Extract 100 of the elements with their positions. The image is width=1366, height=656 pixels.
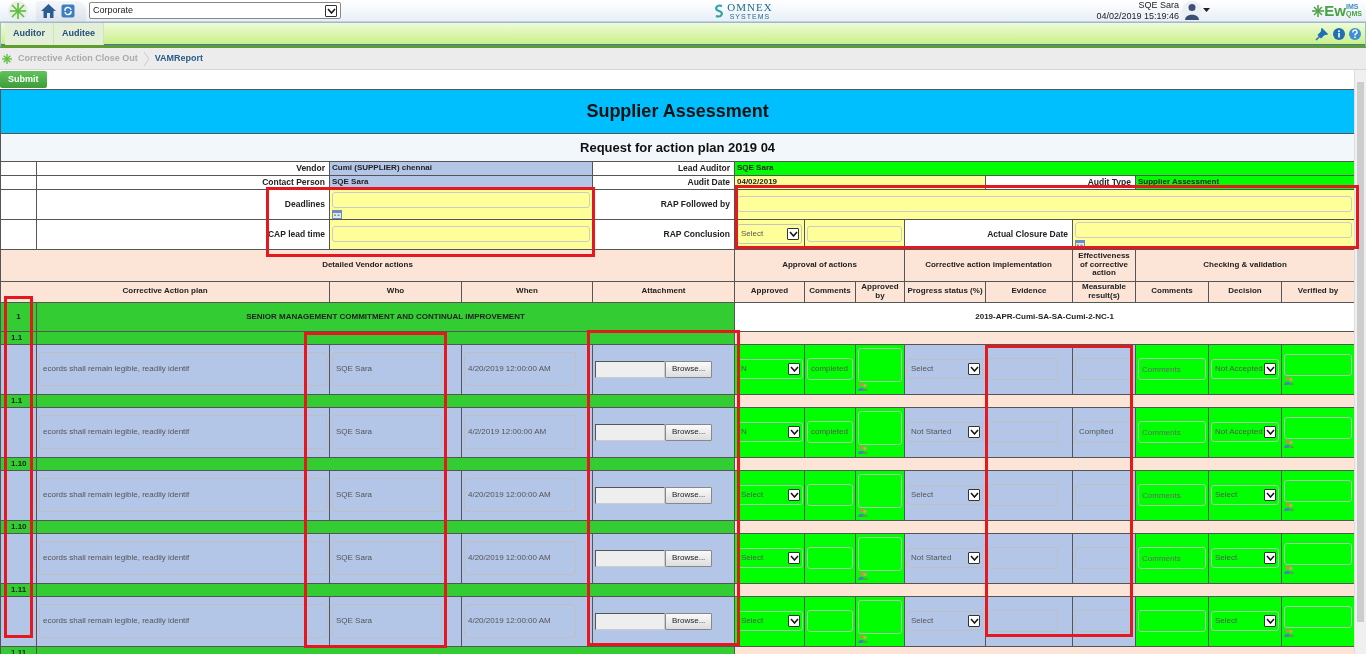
- input-field[interactable]: ecords shall remain legible, readily identif: [39, 352, 327, 386]
- calendar-icon[interactable]: [1075, 239, 1085, 248]
- info-icon[interactable]: [1332, 28, 1345, 40]
- input-field[interactable]: ecords shall remain legible, readily identif: [39, 604, 327, 638]
- input-field[interactable]: [807, 484, 853, 506]
- input-field[interactable]: [1284, 605, 1353, 628]
- input-field[interactable]: ecords shall remain legible, readily identif: [39, 415, 327, 449]
- input-field[interactable]: 4/20/2019 12:00:00 AM: [464, 604, 576, 638]
- users-icon[interactable]: [858, 507, 868, 517]
- input-field[interactable]: [858, 473, 902, 508]
- input-field[interactable]: [332, 226, 590, 242]
- users-icon[interactable]: [858, 633, 868, 643]
- date-field[interactable]: [332, 191, 590, 208]
- select-field[interactable]: N: [737, 359, 803, 379]
- input-field[interactable]: SQE Sara: [332, 415, 442, 449]
- input-field[interactable]: [988, 358, 1058, 380]
- input-field[interactable]: [988, 484, 1058, 506]
- users-icon[interactable]: [1284, 438, 1294, 448]
- input-field[interactable]: [737, 196, 1353, 212]
- file-field[interactable]: [595, 486, 665, 504]
- select-field[interactable]: Select: [737, 611, 803, 631]
- input-field[interactable]: SQE Sara: [332, 604, 442, 638]
- tab[interactable]: Auditor: [5, 23, 54, 45]
- select-field[interactable]: Select: [737, 485, 803, 505]
- browse-button[interactable]: Browse...: [665, 549, 713, 567]
- users-icon[interactable]: [858, 444, 868, 454]
- input-field[interactable]: [1284, 416, 1353, 439]
- home-icon[interactable]: [40, 2, 57, 19]
- input-field[interactable]: [988, 547, 1058, 569]
- input-field[interactable]: [1284, 353, 1353, 376]
- browse-button[interactable]: Browse...: [665, 612, 713, 630]
- select-field[interactable]: Select: [1211, 548, 1279, 568]
- input-field[interactable]: 4/20/2019 12:00:00 AM: [464, 352, 576, 386]
- input-field[interactable]: [1075, 484, 1133, 506]
- input-field[interactable]: [1075, 358, 1133, 380]
- browse-button[interactable]: Browse...: [665, 423, 713, 441]
- organization-select[interactable]: Corporate: [89, 2, 341, 19]
- users-icon[interactable]: [858, 570, 868, 580]
- input-field[interactable]: 4/2/2019 12:00:00 AM: [464, 415, 576, 449]
- submit-button[interactable]: Submit: [0, 71, 47, 88]
- input-field[interactable]: SQE Sara: [332, 352, 442, 386]
- input-field[interactable]: SQE Sara: [332, 478, 442, 512]
- input-field[interactable]: ecords shall remain legible, readily identif: [39, 478, 327, 512]
- input-field[interactable]: completed: [807, 421, 853, 443]
- pin-icon[interactable]: [1315, 27, 1328, 41]
- input-field[interactable]: 4/20/2019 12:00:00 AM: [464, 541, 576, 575]
- input-field[interactable]: [988, 421, 1058, 443]
- input-field[interactable]: Comments: [1138, 484, 1206, 506]
- input-field[interactable]: [1075, 610, 1133, 632]
- input-field[interactable]: completed: [807, 358, 853, 380]
- input-field[interactable]: [807, 610, 853, 632]
- browse-button[interactable]: Browse...: [665, 486, 713, 504]
- select-field[interactable]: Not Started: [907, 422, 983, 442]
- users-icon[interactable]: [1284, 501, 1294, 511]
- input-field[interactable]: Comments: [1138, 421, 1206, 443]
- input-field[interactable]: [858, 599, 902, 634]
- help-icon[interactable]: [1349, 28, 1361, 40]
- select-field[interactable]: N: [737, 422, 803, 442]
- select-field[interactable]: Select: [1211, 611, 1279, 631]
- scrollbar[interactable]: [1354, 70, 1366, 654]
- file-field[interactable]: [595, 423, 665, 441]
- users-icon[interactable]: [1284, 375, 1294, 385]
- file-field[interactable]: [595, 360, 665, 378]
- select-field[interactable]: Select: [907, 359, 983, 379]
- select-field[interactable]: Not Accepted: [1211, 422, 1279, 442]
- input-field[interactable]: [988, 610, 1058, 632]
- input-field[interactable]: 4/20/2019 12:00:00 AM: [464, 478, 576, 512]
- input-field[interactable]: [807, 547, 853, 569]
- file-field[interactable]: [595, 549, 665, 567]
- input-field[interactable]: [1284, 542, 1353, 565]
- select-field[interactable]: Select: [737, 548, 803, 568]
- user-icon[interactable]: [1181, 0, 1204, 21]
- input-field[interactable]: [1075, 547, 1133, 569]
- select-field[interactable]: Select: [737, 224, 802, 244]
- tab[interactable]: Auditee: [54, 23, 104, 45]
- input-field[interactable]: Comments: [1138, 547, 1206, 569]
- input-field[interactable]: Complted: [1075, 421, 1133, 443]
- select-field[interactable]: Not Started: [907, 548, 983, 568]
- users-icon[interactable]: [1284, 564, 1294, 574]
- input-field[interactable]: [858, 410, 902, 445]
- input-field[interactable]: [1138, 610, 1206, 632]
- select-field[interactable]: Select: [1211, 485, 1279, 505]
- refresh-icon[interactable]: [61, 3, 75, 18]
- input-field[interactable]: ecords shall remain legible, readily identif: [39, 541, 327, 575]
- select-field[interactable]: Select: [907, 485, 983, 505]
- input-field[interactable]: [858, 347, 902, 382]
- input-field[interactable]: [858, 536, 902, 571]
- input-field[interactable]: [807, 226, 902, 242]
- calendar-icon[interactable]: [332, 209, 342, 218]
- users-icon[interactable]: [858, 381, 868, 391]
- users-icon[interactable]: [1284, 627, 1294, 637]
- select-field[interactable]: Not Accepted: [1211, 359, 1279, 379]
- input-field[interactable]: Comments: [1138, 358, 1206, 380]
- input-field[interactable]: [1284, 479, 1353, 502]
- select-field[interactable]: Select: [907, 611, 983, 631]
- date-field[interactable]: [1075, 221, 1353, 238]
- browse-button[interactable]: Browse...: [665, 360, 713, 378]
- file-field[interactable]: [595, 612, 665, 630]
- input-field[interactable]: SQE Sara: [332, 541, 442, 575]
- caret-icon[interactable]: [1203, 8, 1211, 13]
